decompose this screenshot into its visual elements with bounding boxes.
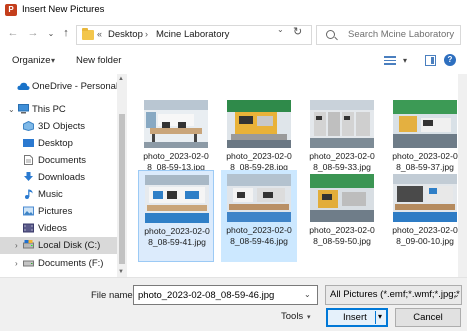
breadcrumb-mcine-laboratory[interactable]: Mcine Laboratory xyxy=(156,29,229,40)
sidebar-item-label: 3D Objects xyxy=(38,121,85,132)
split-divider xyxy=(375,311,376,324)
navigation-scrollbar[interactable]: ▲ ▼ xyxy=(117,74,127,277)
file-tile[interactable]: photo_2023-02-0 8_08-59-41.jpg xyxy=(138,170,214,262)
view-dropdown-icon[interactable]: ▾ xyxy=(403,56,407,65)
dialog-footer: File name: ⌄ All Pictures (*.emf;*.wmf;*… xyxy=(0,277,467,331)
photo-thumbnail xyxy=(393,174,457,222)
pc-icon xyxy=(18,104,29,114)
sidebar-item-label: Videos xyxy=(38,223,67,234)
filter-dropdown-icon[interactable]: ⌄ xyxy=(453,290,460,299)
navigation-scroll-thumb[interactable] xyxy=(119,114,125,264)
insert-button[interactable]: Insert ▾ xyxy=(326,308,388,327)
sidebar-item-label: Desktop xyxy=(38,138,73,149)
breadcrumb-separator-icon[interactable]: › xyxy=(145,29,148,39)
collapsed-chevron-icon[interactable]: › xyxy=(15,259,18,268)
file-name-label: File name: xyxy=(91,290,136,301)
photo-thumbnail xyxy=(310,100,374,148)
tools-dropdown-icon[interactable]: ▾ xyxy=(307,313,311,321)
forward-arrow-icon[interactable]: → xyxy=(26,27,40,39)
disk-icon xyxy=(23,240,34,249)
sidebar-item-pictures[interactable]: Pictures xyxy=(0,203,117,220)
drive-icon xyxy=(23,260,34,267)
search-box[interactable] xyxy=(316,25,461,45)
title-bar: P Insert New Pictures xyxy=(0,0,467,22)
onedrive-icon xyxy=(17,82,30,90)
sidebar-item-label: Documents xyxy=(38,155,87,166)
sidebar-item-local-disk-c[interactable]: › Local Disk (C:) xyxy=(0,237,117,254)
file-tile[interactable]: photo_2023-02-0 8_08-59-50.jpg xyxy=(304,170,380,262)
file-tile[interactable]: photo_2023-02-0 8_09-00-10.jpg xyxy=(387,170,463,262)
file-view: photo_2023-02-0 8_08-59-13.jpg photo_2023… xyxy=(127,74,467,277)
insert-options-dropdown-icon[interactable]: ▾ xyxy=(378,312,382,321)
recent-locations-chevron-icon[interactable]: ⌄ xyxy=(44,29,58,38)
sidebar-item-this-pc[interactable]: ⌄ This PC xyxy=(0,101,117,118)
refresh-icon[interactable]: ↻ xyxy=(293,25,302,38)
file-tile-selected[interactable]: photo_2023-02-0 8_08-59-46.jpg xyxy=(221,170,297,262)
collapsed-chevron-icon[interactable]: › xyxy=(15,241,18,250)
change-view-icon[interactable] xyxy=(384,56,396,65)
videos-icon xyxy=(23,223,34,233)
file-name: photo_2023-02-0 8_09-00-10.jpg xyxy=(392,225,458,246)
sidebar-item-downloads[interactable]: Downloads xyxy=(0,169,117,186)
sidebar-item-documents[interactable]: Documents xyxy=(0,152,117,169)
scroll-down-arrow-icon[interactable]: ▼ xyxy=(118,269,124,275)
search-input[interactable] xyxy=(348,29,458,40)
documents-icon xyxy=(24,155,33,165)
window-title: Insert New Pictures xyxy=(22,4,105,15)
photo-thumbnail xyxy=(393,100,457,148)
sidebar-item-onedrive[interactable]: OneDrive - Personal xyxy=(0,78,119,95)
photo-thumbnail xyxy=(145,175,209,223)
back-arrow-icon[interactable]: ← xyxy=(6,27,20,39)
expanded-chevron-icon[interactable]: ⌄ xyxy=(8,105,15,114)
sidebar-item-3d-objects[interactable]: 3D Objects xyxy=(0,118,117,135)
sidebar-item-videos[interactable]: Videos xyxy=(0,220,117,237)
breadcrumb-overflow-icon[interactable]: « xyxy=(97,29,102,39)
pictures-icon xyxy=(23,206,34,216)
help-icon[interactable]: ? xyxy=(444,54,456,66)
photo-thumbnail xyxy=(144,100,208,148)
scroll-up-arrow-icon[interactable]: ▲ xyxy=(118,76,124,82)
sidebar-item-label: This PC xyxy=(32,104,66,115)
navigation-pane: OneDrive - Personal ⌄ This PC 3D Objects… xyxy=(0,74,119,277)
sidebar-item-music[interactable]: Music xyxy=(0,186,117,203)
file-name: photo_2023-02-0 8_08-59-41.jpg xyxy=(144,226,210,247)
search-icon xyxy=(326,30,335,39)
file-view-scrollbar[interactable] xyxy=(458,74,467,277)
organize-dropdown-icon[interactable]: ▾ xyxy=(51,56,55,65)
command-bar: Organize ▾ New folder ▾ xyxy=(0,50,467,72)
folder-icon xyxy=(82,28,94,40)
photo-thumbnail xyxy=(227,174,291,222)
sidebar-item-documents-f[interactable]: › Documents (F:) xyxy=(0,255,117,272)
file-name: photo_2023-02-0 8_08-59-46.jpg xyxy=(226,225,292,246)
sidebar-item-label: Documents (F:) xyxy=(38,258,104,269)
file-type-filter-select[interactable]: All Pictures (*.emf;*.wmf;*.jpg;* xyxy=(325,285,462,305)
sidebar-item-label: Downloads xyxy=(38,172,85,183)
sidebar-item-label: Music xyxy=(38,189,63,200)
preview-pane-icon[interactable] xyxy=(425,55,436,66)
breadcrumb-desktop[interactable]: Desktop xyxy=(108,29,143,40)
photo-thumbnail xyxy=(227,100,291,148)
up-arrow-icon[interactable]: ↑ xyxy=(59,27,73,39)
3d-objects-icon xyxy=(23,121,34,131)
downloads-icon xyxy=(24,172,33,181)
music-icon xyxy=(25,189,33,199)
file-name-input[interactable] xyxy=(133,285,318,305)
sidebar-item-label: Pictures xyxy=(38,206,73,217)
sidebar-item-label: OneDrive - Personal xyxy=(32,81,119,92)
address-dropdown-icon[interactable]: ⌄ xyxy=(277,25,284,34)
photo-thumbnail xyxy=(310,174,374,222)
file-name-dropdown-icon[interactable]: ⌄ xyxy=(304,290,311,299)
new-folder-button[interactable]: New folder xyxy=(76,55,121,66)
file-name: photo_2023-02-0 8_08-59-50.jpg xyxy=(309,225,375,246)
sidebar-item-label: Local Disk (C:) xyxy=(38,240,101,251)
powerpoint-app-icon: P xyxy=(5,4,17,16)
insert-label: Insert xyxy=(343,312,367,323)
desktop-icon xyxy=(23,139,34,147)
organize-button[interactable]: Organize xyxy=(12,55,51,66)
tools-button[interactable]: Tools xyxy=(281,311,303,322)
sidebar-item-desktop[interactable]: Desktop xyxy=(0,135,117,152)
cancel-button[interactable]: Cancel xyxy=(395,308,461,327)
